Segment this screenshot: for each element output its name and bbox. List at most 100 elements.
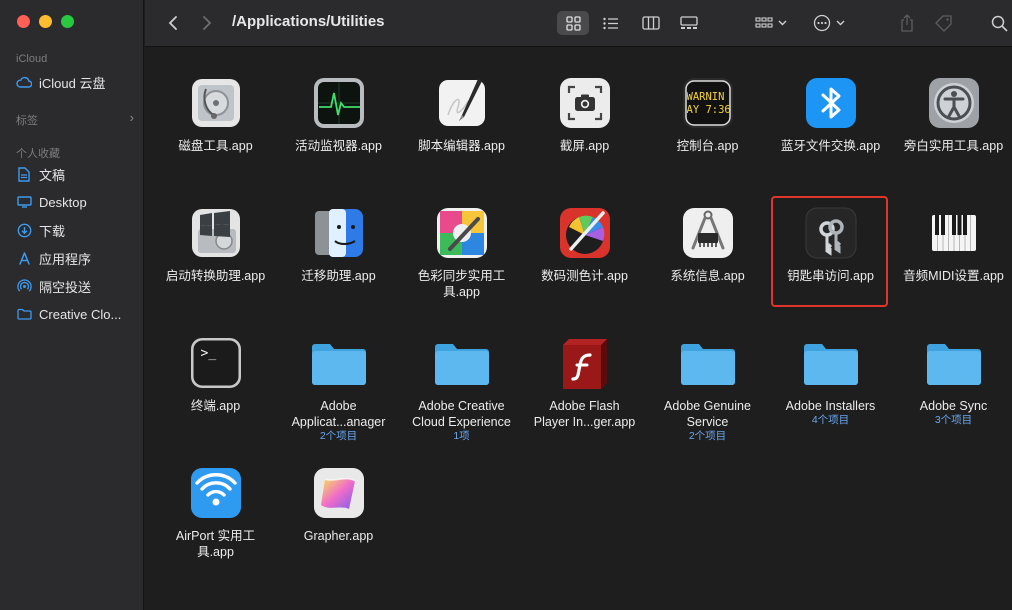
grid-item-count: 1项	[453, 430, 470, 442]
forward-button[interactable]	[195, 11, 219, 35]
sidebar-item-label: 下载	[39, 223, 66, 239]
grid-item-activity-monitor[interactable]: 活动监视器.app	[277, 75, 400, 154]
grid-item-colorsync-utility[interactable]: 色彩同步实用工 具.app	[400, 205, 523, 300]
grid-item-label: 旁白实用工具.app	[903, 139, 1004, 153]
grid-item-adobe-creative-cloud-experience[interactable]: Adobe Creative Cloud Experience 1项	[400, 335, 523, 443]
search-icon	[991, 15, 1008, 32]
grid-item-disk-utility[interactable]: 磁盘工具.app	[154, 75, 277, 154]
zoom-window-button[interactable]	[61, 15, 74, 28]
script-editor-icon	[434, 75, 490, 131]
minimize-window-button[interactable]	[39, 15, 52, 28]
group-icon	[755, 16, 773, 28]
sidebar-item-label: Creative Clo...	[39, 306, 122, 322]
grid-item-terminal[interactable]: >_ 终端.app	[154, 335, 277, 414]
gallery-view-button[interactable]	[673, 11, 705, 35]
sidebar-item-label: Desktop	[39, 194, 87, 210]
grid-item-adobe-sync[interactable]: Adobe Sync 3个项目	[892, 335, 1012, 427]
bluetooth-icon	[803, 75, 859, 131]
grid-item-label: 控制台.app	[676, 139, 739, 153]
system-information-icon	[680, 205, 736, 261]
sidebar-item-applications[interactable]: 应用程序	[16, 247, 140, 269]
close-window-button[interactable]	[17, 15, 30, 28]
grid-item-count: 4个项目	[811, 414, 850, 426]
window-controls	[17, 15, 74, 28]
terminal-icon: >_	[188, 335, 244, 391]
grid-item-boot-camp-assistant[interactable]: 启动转换助理.app	[154, 205, 277, 284]
screenshot-icon	[557, 75, 613, 131]
grid-item-label: 活动监视器.app	[295, 139, 382, 153]
toolbar: /Applications/Utilities	[145, 0, 1012, 47]
grid-item-digital-color-meter[interactable]: 数码测色计.app	[523, 205, 646, 284]
grid-item-label: Adobe Creative Cloud Experience	[412, 399, 511, 429]
group-by-button[interactable]	[751, 11, 791, 35]
ellipsis-circle-icon	[813, 14, 831, 32]
airdrop-icon	[16, 278, 32, 294]
grid-item-grapher[interactable]: Grapher.app	[277, 465, 400, 544]
grid-item-console[interactable]: WARNIN AY 7:36 控制台.app	[646, 75, 769, 154]
chevron-left-icon	[168, 16, 177, 30]
share-button[interactable]	[895, 11, 919, 35]
sidebar-section-tags[interactable]: 标签 ›	[16, 110, 134, 128]
tag-button[interactable]	[931, 11, 957, 35]
grid-item-system-information[interactable]: 系统信息.app	[646, 205, 769, 284]
grid-view-icon	[565, 15, 581, 31]
chevron-right-icon[interactable]: ›	[130, 110, 134, 125]
folder-icon	[434, 335, 490, 391]
disk-utility-icon	[188, 75, 244, 131]
grid-item-adobe-installers[interactable]: Adobe Installers 4个项目	[769, 335, 892, 427]
download-icon	[16, 222, 32, 238]
grid-item-label: 钥匙串访问.app	[787, 269, 874, 283]
grid-item-migration-assistant[interactable]: 迁移助理.app	[277, 205, 400, 284]
cloud-icon	[16, 74, 32, 90]
grid-item-voiceover-utility[interactable]: 旁白实用工具.app	[892, 75, 1012, 154]
sidebar-item-icloud-drive[interactable]: iCloud 云盘	[16, 71, 140, 93]
back-button[interactable]	[161, 11, 185, 35]
sidebar-section-label: 标签	[16, 115, 38, 127]
document-icon	[16, 166, 32, 182]
sidebar-item-documents[interactable]: 文稿	[16, 163, 140, 185]
voiceover-icon	[926, 75, 982, 131]
sidebar-item-label: 隔空投送	[39, 279, 92, 295]
sidebar-item-creative-cloud[interactable]: Creative Clo...	[16, 303, 140, 325]
grid-item-screenshot[interactable]: 截屏.app	[523, 75, 646, 154]
grid-item-script-editor[interactable]: 脚本编辑器.app	[400, 75, 523, 154]
window-title: /Applications/Utilities	[232, 13, 385, 30]
console-icon-text: WARNIN AY 7:36	[686, 91, 731, 116]
terminal-prompt-text: >_	[200, 346, 217, 361]
chevron-down-icon	[836, 20, 845, 26]
grid-item-bluetooth-file-exchange[interactable]: 蓝牙文件交换.app	[769, 75, 892, 154]
chevron-down-icon	[778, 20, 787, 26]
column-view-button[interactable]	[635, 11, 667, 35]
grid-item-label: 脚本编辑器.app	[418, 139, 505, 153]
sidebar-item-airdrop[interactable]: 隔空投送	[16, 275, 140, 297]
column-view-icon	[642, 16, 660, 30]
airport-utility-icon	[188, 465, 244, 521]
search-button[interactable]	[987, 11, 1011, 35]
grid-item-adobe-flash-player[interactable]: Adobe Flash Player In...ger.app	[523, 335, 646, 430]
tag-icon	[935, 15, 952, 32]
flash-player-icon	[557, 335, 613, 391]
sidebar-item-label: iCloud 云盘	[39, 75, 106, 91]
sidebar-item-label: 应用程序	[39, 251, 92, 267]
grapher-icon	[311, 465, 367, 521]
file-grid: 磁盘工具.app 活动监视器.app 脚本编辑器.app 截屏.app WARN…	[145, 47, 1012, 610]
grid-item-audio-midi-setup[interactable]: 音频MIDI设置.app	[892, 205, 1012, 284]
list-view-button[interactable]	[595, 11, 627, 35]
boot-camp-icon	[188, 205, 244, 261]
grid-item-keychain-access[interactable]: 钥匙串访问.app	[769, 205, 892, 284]
icon-view-button[interactable]	[557, 11, 589, 35]
grid-item-label: Adobe Genuine Service	[664, 399, 751, 429]
grid-item-label: Adobe Applicat...anager	[291, 399, 386, 429]
grid-item-label: Adobe Installers	[785, 399, 876, 413]
grid-item-adobe-application-manager[interactable]: Adobe Applicat...anager 2个项目	[277, 335, 400, 443]
grid-item-label: 音频MIDI设置.app	[903, 269, 1004, 283]
audio-midi-icon	[926, 205, 982, 261]
sidebar-item-desktop[interactable]: Desktop	[16, 191, 140, 213]
grid-item-label: Grapher.app	[303, 529, 374, 543]
grid-item-adobe-genuine-service[interactable]: Adobe Genuine Service 2个项目	[646, 335, 769, 443]
sidebar-item-downloads[interactable]: 下载	[16, 219, 140, 241]
grid-item-label: 终端.app	[190, 399, 241, 413]
grid-item-label: 磁盘工具.app	[178, 139, 253, 153]
grid-item-airport-utility[interactable]: AirPort 实用工 具.app	[154, 465, 277, 560]
action-menu-button[interactable]	[809, 11, 849, 35]
